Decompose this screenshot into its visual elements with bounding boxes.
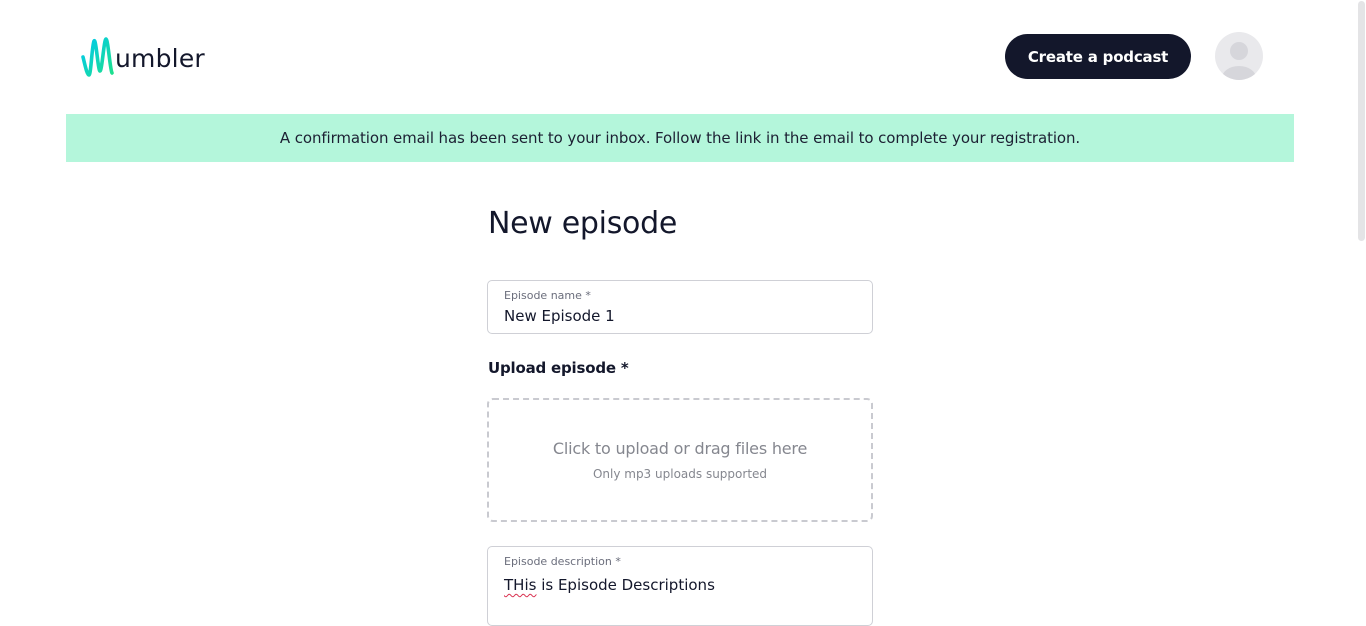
- confirmation-banner: A confirmation email has been sent to yo…: [66, 114, 1294, 162]
- scrollbar-thumb[interactable]: [1358, 1, 1365, 241]
- episode-description-input[interactable]: THis is Episode Descriptions: [504, 576, 856, 594]
- misspelled-word: THis: [504, 576, 537, 594]
- user-avatar[interactable]: [1215, 32, 1263, 80]
- episode-description-field[interactable]: Episode description * THis is Episode De…: [487, 546, 873, 626]
- episode-name-field[interactable]: Episode name *: [487, 280, 873, 334]
- episode-description-label: Episode description *: [504, 555, 621, 568]
- create-podcast-button[interactable]: Create a podcast: [1005, 34, 1191, 79]
- waveform-logo-icon: [80, 35, 114, 79]
- episode-name-label: Episode name *: [504, 289, 591, 302]
- upload-format-hint: Only mp3 uploads supported: [592, 467, 768, 481]
- page-title: New episode: [488, 206, 677, 241]
- logo-text: umbler: [115, 43, 205, 73]
- upload-dropzone-text: Click to upload or drag files here: [552, 439, 808, 458]
- user-avatar-placeholder-icon: [1215, 42, 1263, 80]
- wumbler-logo[interactable]: umbler: [80, 34, 205, 80]
- page-scrollbar[interactable]: [1356, 0, 1366, 613]
- upload-episode-label: Upload episode *: [488, 359, 629, 377]
- upload-dropzone[interactable]: Click to upload or drag files here Only …: [487, 398, 873, 522]
- episode-name-input[interactable]: [504, 307, 856, 325]
- description-text: is Episode Descriptions: [536, 576, 715, 594]
- confirmation-message: A confirmation email has been sent to yo…: [279, 129, 1081, 147]
